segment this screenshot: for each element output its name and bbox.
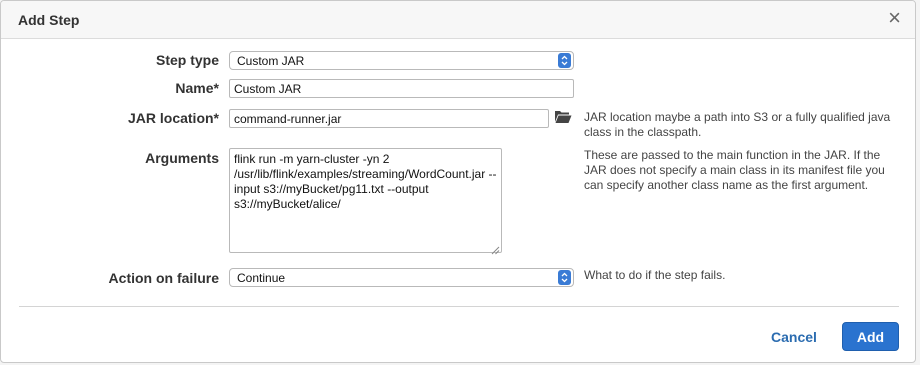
select-arrows-icon	[558, 53, 571, 68]
add-step-dialog: Add Step × Step type Custom JAR Name* JA…	[0, 0, 916, 363]
action-on-failure-value: Continue	[237, 271, 286, 285]
footer-divider	[19, 306, 899, 307]
select-arrows-icon	[558, 270, 571, 285]
jar-location-help: JAR location maybe a path into S3 or a f…	[584, 110, 891, 139]
jar-location-label: JAR location*	[127, 110, 219, 126]
dialog-title: Add Step	[18, 12, 80, 28]
step-type-label: Step type	[155, 52, 219, 68]
step-type-select[interactable]: Custom JAR	[229, 51, 574, 70]
action-on-failure-label: Action on failure	[108, 270, 219, 286]
cancel-button[interactable]: Cancel	[771, 329, 817, 345]
add-button[interactable]: Add	[842, 322, 899, 351]
name-input[interactable]	[229, 79, 574, 98]
action-on-failure-select[interactable]: Continue	[229, 268, 574, 287]
dialog-header: Add Step ×	[1, 1, 915, 39]
name-label: Name*	[175, 80, 219, 96]
action-on-failure-help: What to do if the step fails.	[584, 268, 726, 282]
arguments-textarea[interactable]: flink run -m yarn-cluster -yn 2 /usr/lib…	[229, 148, 502, 253]
arguments-help: These are passed to the main function in…	[584, 148, 885, 192]
arguments-label: Arguments	[145, 150, 219, 166]
jar-location-input[interactable]	[229, 109, 549, 128]
step-type-value: Custom JAR	[237, 54, 305, 68]
close-icon[interactable]: ×	[888, 7, 901, 29]
folder-open-icon[interactable]	[554, 109, 572, 129]
